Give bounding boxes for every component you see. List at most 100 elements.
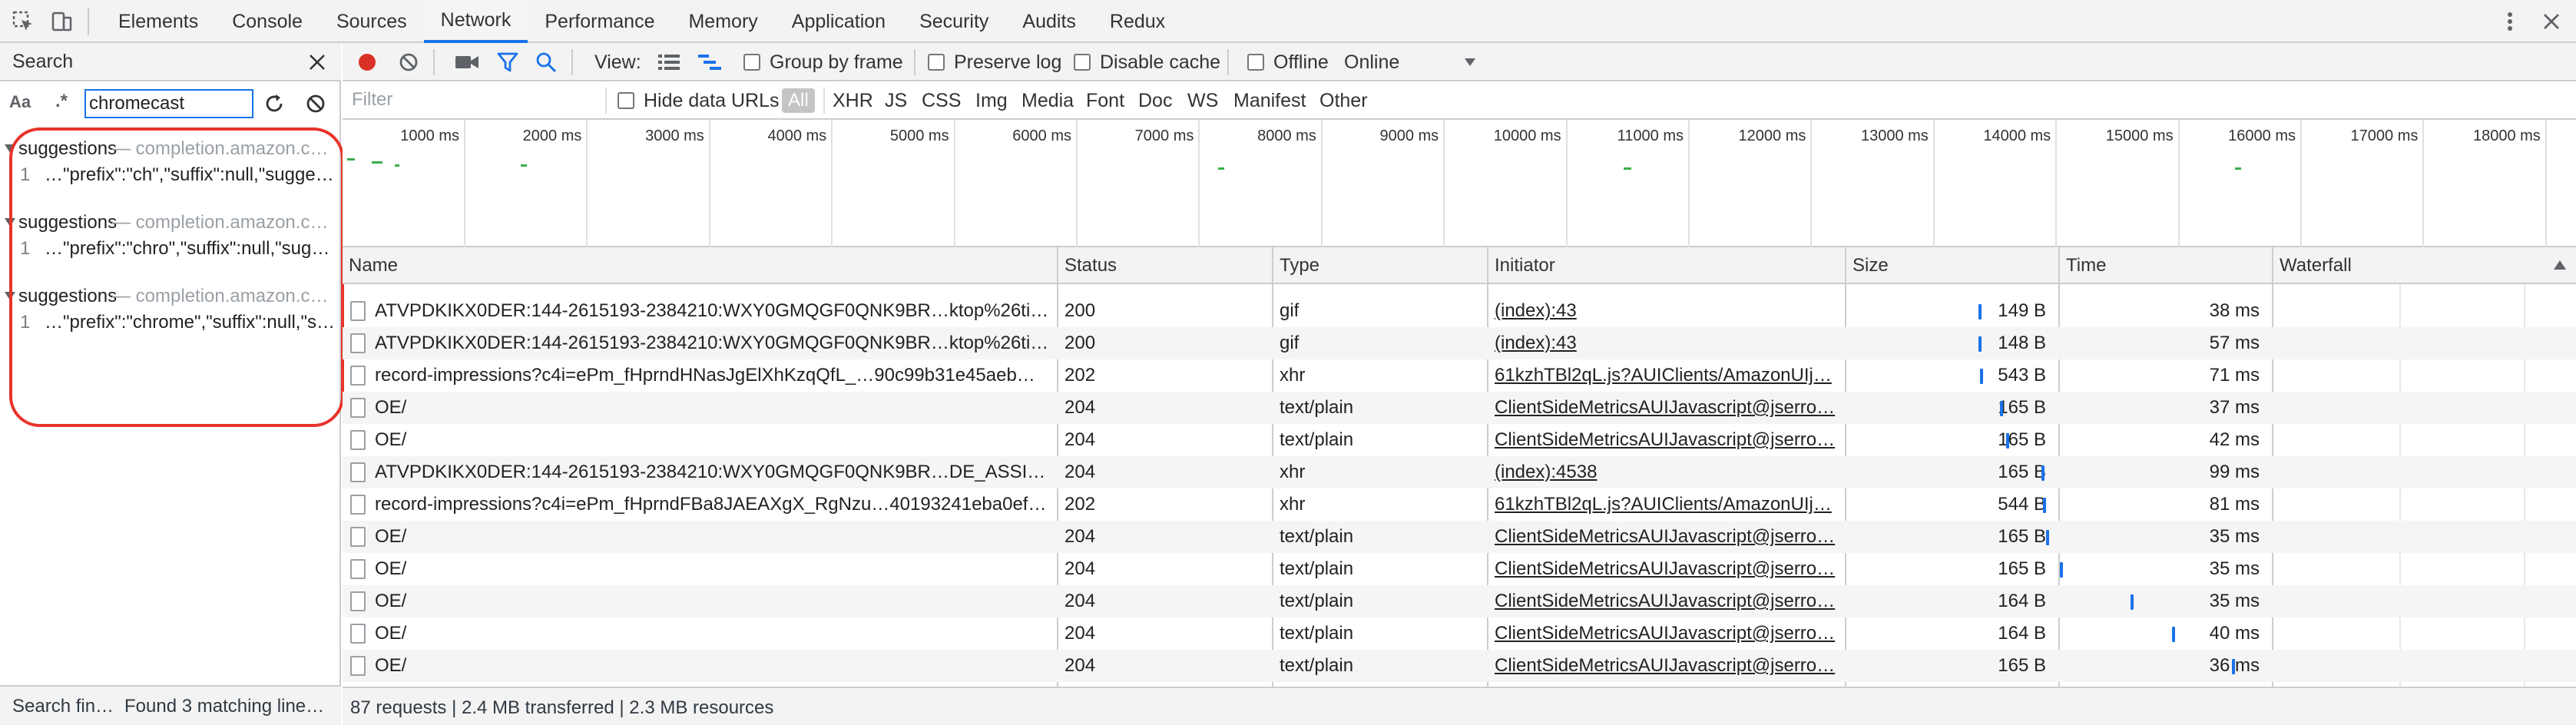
disable-cache-checkbox[interactable]: Disable cache xyxy=(1074,43,1220,81)
request-initiator-link[interactable]: 61kzhTBl2qL.js?AUIClients/AmazonUIj… xyxy=(1495,488,1837,521)
filter-type-other[interactable]: Other xyxy=(1319,81,1368,120)
table-row[interactable]: OE/204 text/plain ClientSideMetricsAUIJava… xyxy=(343,521,2576,553)
filter-funnel-icon[interactable] xyxy=(496,43,519,81)
table-row[interactable]: OE/204 text/plain ClientSideMetricsAUIJava… xyxy=(343,553,2576,585)
request-name-cell[interactable]: OE/ xyxy=(350,424,1049,456)
search-result-header[interactable]: suggestions — completion.amazon.com xyxy=(0,212,341,235)
tab-security[interactable]: Security xyxy=(902,0,1005,43)
offline-checkbox[interactable]: Offline xyxy=(1247,43,1329,81)
column-time-header[interactable]: Time xyxy=(2060,247,2272,284)
request-name-cell[interactable]: record-impressions?c4i=ePm_fHprndHNasJgE… xyxy=(350,359,1049,392)
network-overview[interactable]: 1000 ms 2000 ms 3000 ms 4000 ms 5000 ms 6000 … xyxy=(343,120,2576,247)
large-rows-icon[interactable] xyxy=(657,43,680,81)
expand-triangle-icon[interactable] xyxy=(5,292,15,300)
inspect-element-icon[interactable] xyxy=(8,0,38,43)
table-row[interactable]: ATVPDKIKX0DER:144-2615193-2384210:WXY0GM… xyxy=(343,327,2576,359)
request-name-cell[interactable]: OE/ xyxy=(350,650,1049,682)
clear-search-icon[interactable] xyxy=(303,91,329,117)
waterfall-bar[interactable] xyxy=(2131,594,2134,610)
column-status-header[interactable]: Status xyxy=(1058,247,1272,284)
column-waterfall-header[interactable]: Waterfall xyxy=(2273,247,2576,284)
search-icon[interactable] xyxy=(535,43,558,81)
table-row[interactable]: ATVPDKIKX0DER:144-2615193-2384210:WXY0GM… xyxy=(343,456,2576,488)
request-initiator-link[interactable]: ClientSideMetricsAUIJavascript@jserro… xyxy=(1495,521,1837,553)
throttling-select[interactable]: Online xyxy=(1344,43,1476,81)
tab-audits[interactable]: Audits xyxy=(1005,0,1092,43)
filter-type-doc[interactable]: Doc xyxy=(1138,81,1172,120)
waterfall-bar[interactable] xyxy=(1978,304,1982,319)
tab-sources[interactable]: Sources xyxy=(320,0,424,43)
request-name-cell[interactable]: OE/ xyxy=(350,392,1049,424)
request-initiator-link[interactable]: ClientSideMetricsAUIJavascript@jserro… xyxy=(1495,392,1837,424)
column-name-header[interactable]: Name xyxy=(343,247,1057,284)
request-initiator-link[interactable]: ClientSideMetricsAUIJavascript@jserro… xyxy=(1495,650,1837,682)
tab-memory[interactable]: Memory xyxy=(671,0,774,43)
waterfall-bar[interactable] xyxy=(2043,498,2046,513)
tab-console[interactable]: Console xyxy=(215,0,320,43)
search-input[interactable] xyxy=(84,89,253,118)
filter-type-all[interactable]: All xyxy=(782,88,815,113)
expand-triangle-icon[interactable] xyxy=(5,144,15,153)
request-initiator-link[interactable]: (index):43 xyxy=(1495,327,1837,359)
refresh-icon[interactable] xyxy=(261,91,287,117)
request-name-cell[interactable]: OE/ xyxy=(350,585,1049,617)
waterfall-bar[interactable] xyxy=(1978,336,1982,352)
waterfall-bar[interactable] xyxy=(2000,401,2003,416)
filter-type-media[interactable]: Media xyxy=(1021,81,1074,120)
match-case-button[interactable]: Aa xyxy=(9,92,31,112)
search-result-line[interactable]: 1 …"prefix":"ch","suffix":null,"suggesti… xyxy=(0,164,341,187)
table-row[interactable]: record-impressions?c4i=ePm_fHprndFBa8JAE… xyxy=(343,488,2576,521)
tab-elements[interactable]: Elements xyxy=(101,0,215,43)
table-row[interactable]: OE/204 text/plain ClientSideMetricsAUIJava… xyxy=(343,585,2576,617)
expand-triangle-icon[interactable] xyxy=(5,218,15,227)
more-vertical-icon[interactable] xyxy=(2495,0,2525,43)
search-result-line[interactable]: 1 …"prefix":"chrome","suffix":null,"sugg xyxy=(0,312,341,335)
request-initiator-link[interactable]: ClientSideMetricsAUIJavascript@jserro… xyxy=(1495,424,1837,456)
tab-performance[interactable]: Performance xyxy=(528,0,671,43)
checkbox-box[interactable] xyxy=(1074,54,1091,71)
tab-redux[interactable]: Redux xyxy=(1093,0,1182,43)
column-size-header[interactable]: Size xyxy=(1846,247,2058,284)
request-name-cell[interactable]: ATVPDKIKX0DER:144-2615193-2384210:WXY0GM… xyxy=(350,327,1049,359)
filter-type-img[interactable]: Img xyxy=(975,81,1008,120)
waterfall-bar[interactable] xyxy=(2232,659,2235,674)
request-initiator-link[interactable]: (index):43 xyxy=(1495,295,1837,327)
table-row[interactable]: ATVPDKIKX0DER:144-2615193-2384210:WXY0GM… xyxy=(343,295,2576,327)
request-initiator-link[interactable]: ClientSideMetricsAUIJavascript@jserro… xyxy=(1495,553,1837,585)
checkbox-box[interactable] xyxy=(743,54,760,71)
request-name-cell[interactable]: OE/ xyxy=(350,521,1049,553)
search-result-header[interactable]: suggestions — completion.amazon.com xyxy=(0,138,341,161)
request-name-cell[interactable]: record-impressions?c4i=ePm_fHprndFBa8JAE… xyxy=(350,488,1049,521)
waterfall-bar[interactable] xyxy=(2172,627,2175,642)
tab-application[interactable]: Application xyxy=(775,0,902,43)
waterfall-bar[interactable] xyxy=(2041,465,2045,481)
table-row[interactable]: OE/204 text/plain ClientSideMetricsAUIJava… xyxy=(343,617,2576,650)
request-name-cell[interactable]: ATVPDKIKX0DER:144-2615193-2384210:WXY0GM… xyxy=(350,456,1049,488)
table-row[interactable]: record-impressions?c4i=ePm_fHprndHNasJgE… xyxy=(343,359,2576,392)
screenshot-camera-icon[interactable] xyxy=(455,43,479,81)
request-name-cell[interactable]: OE/ xyxy=(350,617,1049,650)
close-search-icon[interactable] xyxy=(304,49,330,75)
waterfall-bar[interactable] xyxy=(1980,369,1983,384)
group-by-frame-checkbox[interactable]: Group by frame xyxy=(743,43,903,81)
close-icon[interactable] xyxy=(2536,0,2567,43)
request-initiator-link[interactable]: (index):4538 xyxy=(1495,456,1837,488)
request-name-cell[interactable]: OE/ xyxy=(350,553,1049,585)
waterfall-bar[interactable] xyxy=(2006,433,2009,449)
tab-network[interactable]: Network xyxy=(423,0,528,43)
request-name-cell[interactable]: ATVPDKIKX0DER:144-2615193-2384210:WXY0GM… xyxy=(350,295,1049,327)
regex-button[interactable]: .* xyxy=(55,91,68,112)
filter-type-manifest[interactable]: Manifest xyxy=(1233,81,1306,120)
waterfall-bar[interactable] xyxy=(2046,530,2049,545)
overview-waterfall-icon[interactable] xyxy=(697,43,722,81)
request-initiator-link[interactable]: 61kzhTBl2qL.js?AUIClients/AmazonUIj… xyxy=(1495,359,1837,392)
request-initiator-link[interactable]: ClientSideMetricsAUIJavascript@jserro… xyxy=(1495,585,1837,617)
checkbox-box[interactable] xyxy=(618,92,634,109)
column-initiator-header[interactable]: Initiator xyxy=(1488,247,1845,284)
checkbox-box[interactable] xyxy=(928,54,945,71)
filter-input[interactable] xyxy=(352,86,605,114)
request-initiator-link[interactable]: ClientSideMetricsAUIJavascript@jserro… xyxy=(1495,617,1837,650)
filter-type-font[interactable]: Font xyxy=(1086,81,1124,120)
column-type-header[interactable]: Type xyxy=(1273,247,1487,284)
hide-data-urls-checkbox[interactable]: Hide data URLs xyxy=(618,81,779,120)
